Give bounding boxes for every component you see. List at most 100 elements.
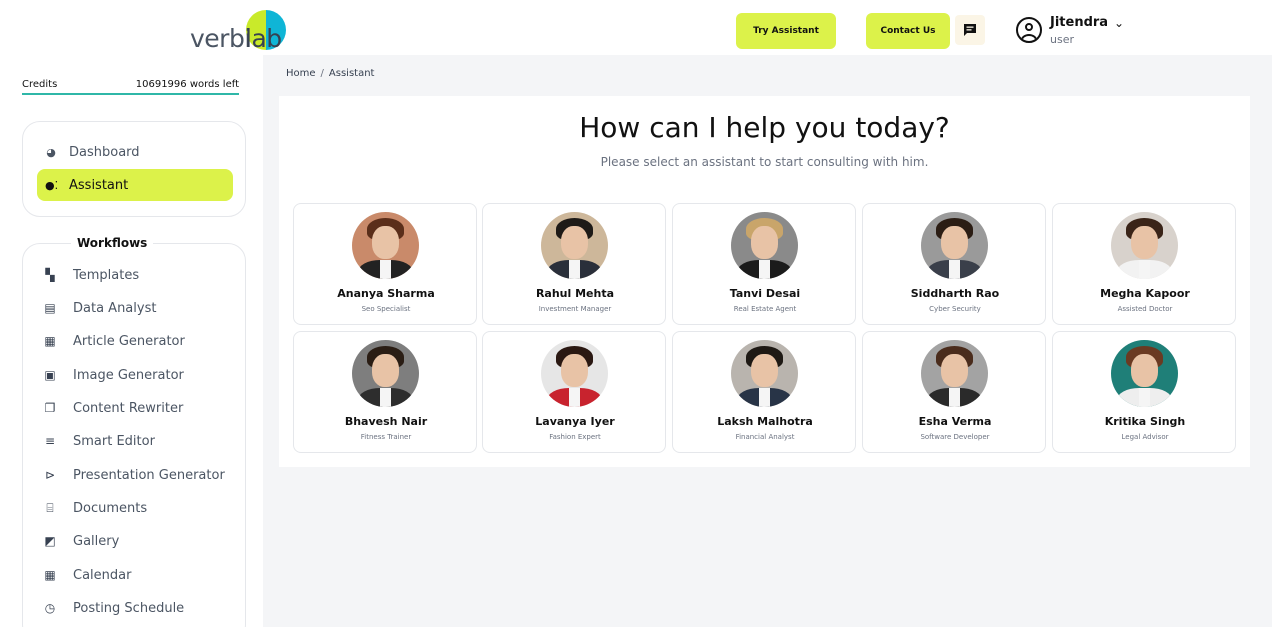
- sidebar-item-presentation-generator[interactable]: ⊳ Presentation Generator: [43, 465, 225, 485]
- assistant-avatar: [352, 340, 419, 407]
- page-subtitle: Please select an assistant to start cons…: [600, 155, 929, 169]
- bar-chart-icon: ▤: [44, 301, 56, 315]
- assistant-name: Megha Kapoor: [1100, 287, 1190, 300]
- user-avatar-icon: [1016, 17, 1042, 43]
- documents-icon: ⌸: [46, 500, 54, 515]
- sidebar-item-calendar[interactable]: ▦ Calendar: [43, 565, 131, 585]
- main-nav: ◕ Dashboard ●⁚ Assistant: [22, 121, 246, 217]
- assistant-name: Bhavesh Nair: [344, 415, 428, 428]
- assistant-card[interactable]: Rahul Mehta Investment Manager: [482, 203, 666, 325]
- dashboard-grid-icon: ▚: [45, 268, 55, 282]
- sidebar-item-label: Calendar: [73, 567, 132, 583]
- assistant-card[interactable]: Bhavesh Nair Fitness Trainer: [293, 331, 477, 453]
- credits-value: 10691996 words left: [135, 79, 239, 90]
- sidebar-item-assistant[interactable]: ●⁚ Assistant: [37, 169, 233, 201]
- contact-us-button[interactable]: Contact Us: [866, 13, 950, 49]
- sidebar-item-label: Assistant: [69, 177, 129, 193]
- chevron-down-icon[interactable]: ⌄: [1114, 16, 1124, 30]
- try-assistant-button[interactable]: Try Assistant: [736, 13, 836, 49]
- assistant-avatar: [921, 340, 988, 407]
- assistant-avatar: [541, 212, 608, 279]
- assistant-card[interactable]: Laksh Malhotra Financial Analyst: [672, 331, 856, 453]
- sidebar-item-image-generator[interactable]: ▣ Image Generator: [43, 365, 184, 385]
- assistant-role: Fashion Expert: [549, 433, 601, 441]
- assistant-name: Laksh Malhotra: [717, 415, 813, 428]
- calendar-icon: ▦: [44, 568, 56, 582]
- assistant-card[interactable]: Tanvi Desai Real Estate Agent: [672, 203, 856, 325]
- user-role: user: [1050, 33, 1074, 46]
- breadcrumb-home[interactable]: Home: [286, 68, 316, 79]
- assistant-name: Esha Verma: [918, 415, 992, 428]
- gallery-icon: ◩: [44, 534, 56, 548]
- breadcrumb-current: Assistant: [328, 68, 375, 79]
- workflows-panel: Workflows ▚ Templates ▤ Data Analyst ▦ A…: [22, 236, 246, 627]
- assistant-avatar: [1111, 340, 1178, 407]
- sidebar-item-posting-schedule[interactable]: ◷ Posting Schedule: [43, 598, 184, 618]
- sidebar-item-label: Article Generator: [73, 333, 185, 349]
- logo-text: verbi: [190, 24, 251, 53]
- credits-bar: Credits 10691996 words left: [22, 79, 239, 95]
- workflows-title: Workflows: [71, 236, 154, 250]
- assistant-avatar: [352, 212, 419, 279]
- user-menu[interactable]: Jitendra user ⌄: [1014, 14, 1144, 48]
- chat-button[interactable]: [955, 15, 985, 45]
- sidebar-item-label: Content Rewriter: [73, 400, 184, 416]
- sidebar-item-label: Templates: [73, 267, 140, 283]
- sidebar: Credits 10691996 words left ◕ Dashboard …: [0, 55, 263, 627]
- assistant-card[interactable]: Lavanya Iyer Fashion Expert: [482, 331, 666, 453]
- assistant-avatar: [541, 340, 608, 407]
- breadcrumb-separator: /: [320, 68, 324, 79]
- assistant-name: Ananya Sharma: [337, 287, 435, 300]
- assistant-name: Tanvi Desai: [729, 287, 801, 300]
- assistant-avatar: [731, 340, 798, 407]
- assistant-role: Investment Manager: [538, 305, 612, 313]
- assistant-avatar: [921, 212, 988, 279]
- page-title: How can I help you today?: [579, 111, 950, 144]
- sidebar-item-dashboard[interactable]: ◕ Dashboard: [37, 136, 233, 168]
- sidebar-item-gallery[interactable]: ◩ Gallery: [43, 531, 119, 551]
- assistant-card[interactable]: Ananya Sharma Seo Specialist: [293, 203, 477, 325]
- sidebar-item-label: Image Generator: [73, 367, 184, 383]
- sidebar-item-documents[interactable]: ⌸ Documents: [43, 498, 147, 518]
- clock-icon: ◷: [44, 601, 56, 615]
- assistant-role: Software Developer: [920, 433, 990, 441]
- document-icon: ▦: [44, 334, 56, 348]
- copy-icon: ❐: [44, 401, 56, 415]
- logo-text-accent: lab: [245, 24, 282, 53]
- main-content: Home / Assistant How can I help you today?…: [263, 55, 1272, 627]
- sidebar-item-label: Posting Schedule: [73, 600, 185, 616]
- assistant-role: Fitness Trainer: [360, 433, 412, 441]
- sidebar-item-label: Smart Editor: [73, 433, 155, 449]
- assistant-name: Lavanya Iyer: [535, 415, 615, 428]
- sidebar-item-label: Presentation Generator: [73, 467, 225, 483]
- sidebar-item-label: Documents: [73, 500, 148, 516]
- assistant-role: Financial Analyst: [735, 433, 795, 441]
- assistant-name: Siddharth Rao: [910, 287, 1000, 300]
- assistant-card[interactable]: Esha Verma Software Developer: [862, 331, 1046, 453]
- sidebar-item-data-analyst[interactable]: ▤ Data Analyst: [43, 298, 156, 318]
- assistant-name: Rahul Mehta: [535, 287, 615, 300]
- assistant-card[interactable]: Kritika Singh Legal Advisor: [1052, 331, 1236, 453]
- verbilab-logo[interactable]: verbi lab: [190, 10, 290, 54]
- chat-icon: [964, 24, 976, 36]
- assistant-name: Kritika Singh: [1104, 415, 1186, 428]
- top-header: verbi lab Try Assistant Contact Us Jiten…: [0, 0, 1272, 55]
- credits-label: Credits: [22, 79, 58, 90]
- edit-lines-icon: ≡: [44, 434, 56, 448]
- assistant-role: Cyber Security: [929, 305, 981, 313]
- assistant-card[interactable]: Megha Kapoor Assisted Doctor: [1052, 203, 1236, 325]
- assistant-icon: ●⁚: [45, 178, 59, 192]
- assistant-role: Legal Advisor: [1121, 433, 1169, 441]
- assistant-avatar: [1111, 212, 1178, 279]
- sidebar-item-templates[interactable]: ▚ Templates: [43, 265, 139, 285]
- sidebar-item-smart-editor[interactable]: ≡ Smart Editor: [43, 431, 155, 451]
- sidebar-item-article-generator[interactable]: ▦ Article Generator: [43, 331, 185, 351]
- assistant-role: Seo Specialist: [361, 305, 411, 313]
- sidebar-item-label: Data Analyst: [73, 300, 157, 316]
- user-name: Jitendra: [1050, 15, 1109, 30]
- assistant-card[interactable]: Siddharth Rao Cyber Security: [862, 203, 1046, 325]
- assistant-role: Assisted Doctor: [1117, 305, 1173, 313]
- play-box-icon: ⊳: [44, 468, 56, 482]
- sidebar-item-label: Gallery: [73, 533, 120, 549]
- sidebar-item-content-rewriter[interactable]: ❐ Content Rewriter: [43, 398, 184, 418]
